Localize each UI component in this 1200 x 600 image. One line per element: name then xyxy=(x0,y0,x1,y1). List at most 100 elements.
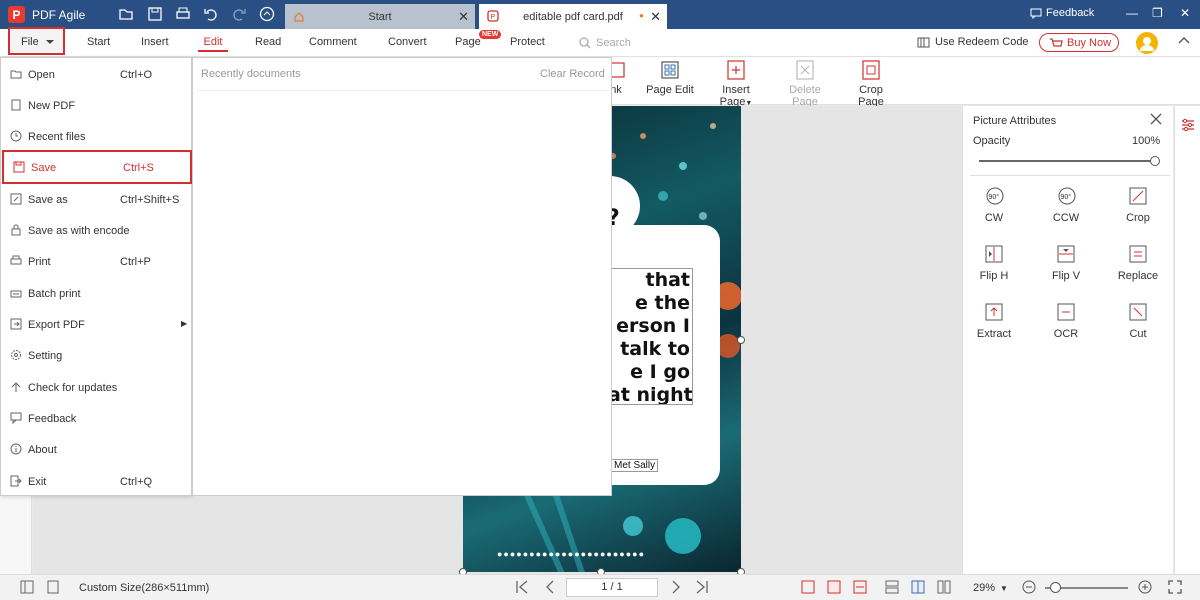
ocr-button[interactable]: OCR xyxy=(1041,302,1091,340)
redeem-icon xyxy=(917,37,930,48)
opacity-slider[interactable] xyxy=(979,160,1155,162)
tab-read[interactable]: Read xyxy=(255,36,281,48)
exit-icon xyxy=(10,475,22,487)
menu-item-about[interactable]: About xyxy=(1,434,191,464)
crop-page-tool[interactable]: Crop Page xyxy=(845,60,897,108)
page-number-input[interactable]: 1 / 1 xyxy=(566,578,658,597)
menu-item-recent-files[interactable]: Recent files xyxy=(1,121,191,151)
menu-item-print[interactable]: Print Ctrl+P xyxy=(1,246,191,276)
quote-text-box[interactable]: that e the erson I talk to e I go at nig… xyxy=(607,268,693,405)
flip-v-button[interactable]: Flip V xyxy=(1041,244,1091,282)
menu-label: Recent files xyxy=(28,131,86,143)
cut-icon xyxy=(1128,302,1148,322)
crop-button[interactable]: Crop xyxy=(1113,186,1163,224)
close-window-icon[interactable]: ✕ xyxy=(1180,6,1190,20)
replace-button[interactable]: Replace xyxy=(1113,244,1163,282)
menu-item-open[interactable]: Open Ctrl+O xyxy=(1,59,191,89)
picture-attributes-panel xyxy=(962,106,1173,574)
first-page-icon[interactable] xyxy=(515,580,529,594)
feedback-icon xyxy=(10,412,22,424)
fit-page-icon[interactable] xyxy=(827,580,841,594)
search-icon[interactable] xyxy=(579,37,591,49)
file-menu-button[interactable]: File xyxy=(8,27,65,55)
menu-item-save-as[interactable]: Save as Ctrl+Shift+S xyxy=(1,184,191,214)
last-page-icon[interactable] xyxy=(695,580,709,594)
prev-page-icon[interactable] xyxy=(543,580,557,594)
fullscreen-icon[interactable] xyxy=(1168,580,1182,594)
double-page-view-icon[interactable] xyxy=(911,580,925,594)
restore-icon[interactable]: ❐ xyxy=(1152,6,1163,20)
crop-icon xyxy=(1128,186,1148,206)
action-label: CW xyxy=(984,212,1004,224)
continuous-view-icon[interactable] xyxy=(885,580,899,594)
sidebar-toggle-icon[interactable] xyxy=(20,580,34,594)
settings-sliders-icon[interactable] xyxy=(1181,118,1195,132)
tab-document[interactable]: P editable pdf card.pdf ● ✕ xyxy=(479,4,667,29)
home-icon[interactable] xyxy=(259,6,275,22)
save-icon[interactable] xyxy=(147,6,163,22)
zoom-out-icon[interactable] xyxy=(1022,580,1036,594)
tab-start[interactable]: Start xyxy=(87,36,110,48)
rotate-cw-button[interactable]: 90° CW xyxy=(969,186,1019,224)
next-page-icon[interactable] xyxy=(669,580,683,594)
ocr-icon xyxy=(1056,302,1076,322)
close-icon[interactable]: ✕ xyxy=(458,9,469,25)
replace-icon xyxy=(1128,244,1148,264)
tab-insert[interactable]: Insert xyxy=(141,36,169,48)
chevron-down-icon[interactable]: ▼ xyxy=(1000,584,1008,593)
menu-item-setting[interactable]: Setting xyxy=(1,340,191,370)
folder-icon[interactable] xyxy=(118,6,134,22)
chevron-right-icon: ▶ xyxy=(181,319,188,328)
print-icon[interactable] xyxy=(175,6,191,22)
quote-line: that xyxy=(645,269,690,291)
close-icon[interactable]: ✕ xyxy=(650,9,661,25)
single-page-view-icon[interactable] xyxy=(801,580,815,594)
menu-item-save[interactable]: Save Ctrl+S xyxy=(2,150,192,184)
rotate-ccw-button[interactable]: 90° CCW xyxy=(1041,186,1091,224)
clear-record-button[interactable]: Clear Record xyxy=(540,68,605,80)
tab-page[interactable]: Page xyxy=(455,36,481,48)
buy-now-button[interactable]: Buy Now xyxy=(1039,33,1119,52)
page-edit-tool[interactable]: Page Edit xyxy=(645,60,695,96)
feedback-button[interactable]: Feedback xyxy=(1046,7,1094,19)
chevron-up-icon[interactable] xyxy=(1178,36,1190,44)
menu-item-check-updates[interactable]: Check for updates xyxy=(1,372,191,402)
menu-item-export-pdf[interactable]: Export PDF ▶ xyxy=(1,309,191,339)
opacity-slider-handle[interactable] xyxy=(1150,156,1160,166)
tab-protect[interactable]: Protect xyxy=(510,36,545,48)
menu-item-feedback[interactable]: Feedback xyxy=(1,403,191,433)
buy-now-label: Buy Now xyxy=(1067,37,1112,49)
batch-print-icon xyxy=(10,287,22,299)
tab-comment[interactable]: Comment xyxy=(309,36,357,48)
tab-edit[interactable]: Edit xyxy=(198,36,228,52)
redeem-code-button[interactable]: Use Redeem Code xyxy=(935,36,1029,48)
insert-page-tool[interactable]: Insert Page▼ xyxy=(705,60,767,108)
fit-width-icon[interactable] xyxy=(853,580,867,594)
search-input[interactable]: Search xyxy=(596,37,631,49)
avatar[interactable] xyxy=(1136,32,1158,54)
menu-item-new-pdf[interactable]: New PDF xyxy=(1,90,191,120)
zoom-level[interactable]: 29% xyxy=(973,582,995,594)
menu-item-save-as-encode[interactable]: Save as with encode xyxy=(1,215,191,245)
flip-h-button[interactable]: Flip H xyxy=(969,244,1019,282)
delete-page-tool[interactable]: Delete Page xyxy=(776,60,834,108)
resize-handle[interactable] xyxy=(737,336,745,344)
tab-start[interactable]: Start ✕ xyxy=(285,4,475,29)
undo-icon[interactable] xyxy=(203,6,219,22)
quote-author[interactable]: Met Sally xyxy=(611,459,659,472)
two-page-view-icon[interactable] xyxy=(937,580,951,594)
minimize-icon[interactable]: — xyxy=(1126,6,1138,20)
page-thumbnail-icon[interactable] xyxy=(46,580,60,594)
menu-label: Open xyxy=(28,69,55,81)
zoom-in-icon[interactable] xyxy=(1138,580,1152,594)
menu-shortcut: Ctrl+O xyxy=(120,69,153,81)
extract-button[interactable]: Extract xyxy=(969,302,1019,340)
save-as-icon xyxy=(10,193,22,205)
tab-convert[interactable]: Convert xyxy=(388,36,427,48)
zoom-slider-handle[interactable] xyxy=(1049,582,1061,593)
close-icon[interactable] xyxy=(1150,113,1162,125)
menu-item-exit[interactable]: Exit Ctrl+Q xyxy=(1,466,191,496)
cut-button[interactable]: Cut xyxy=(1113,302,1163,340)
redo-icon[interactable] xyxy=(231,6,247,22)
menu-item-batch-print[interactable]: Batch print xyxy=(1,278,191,308)
